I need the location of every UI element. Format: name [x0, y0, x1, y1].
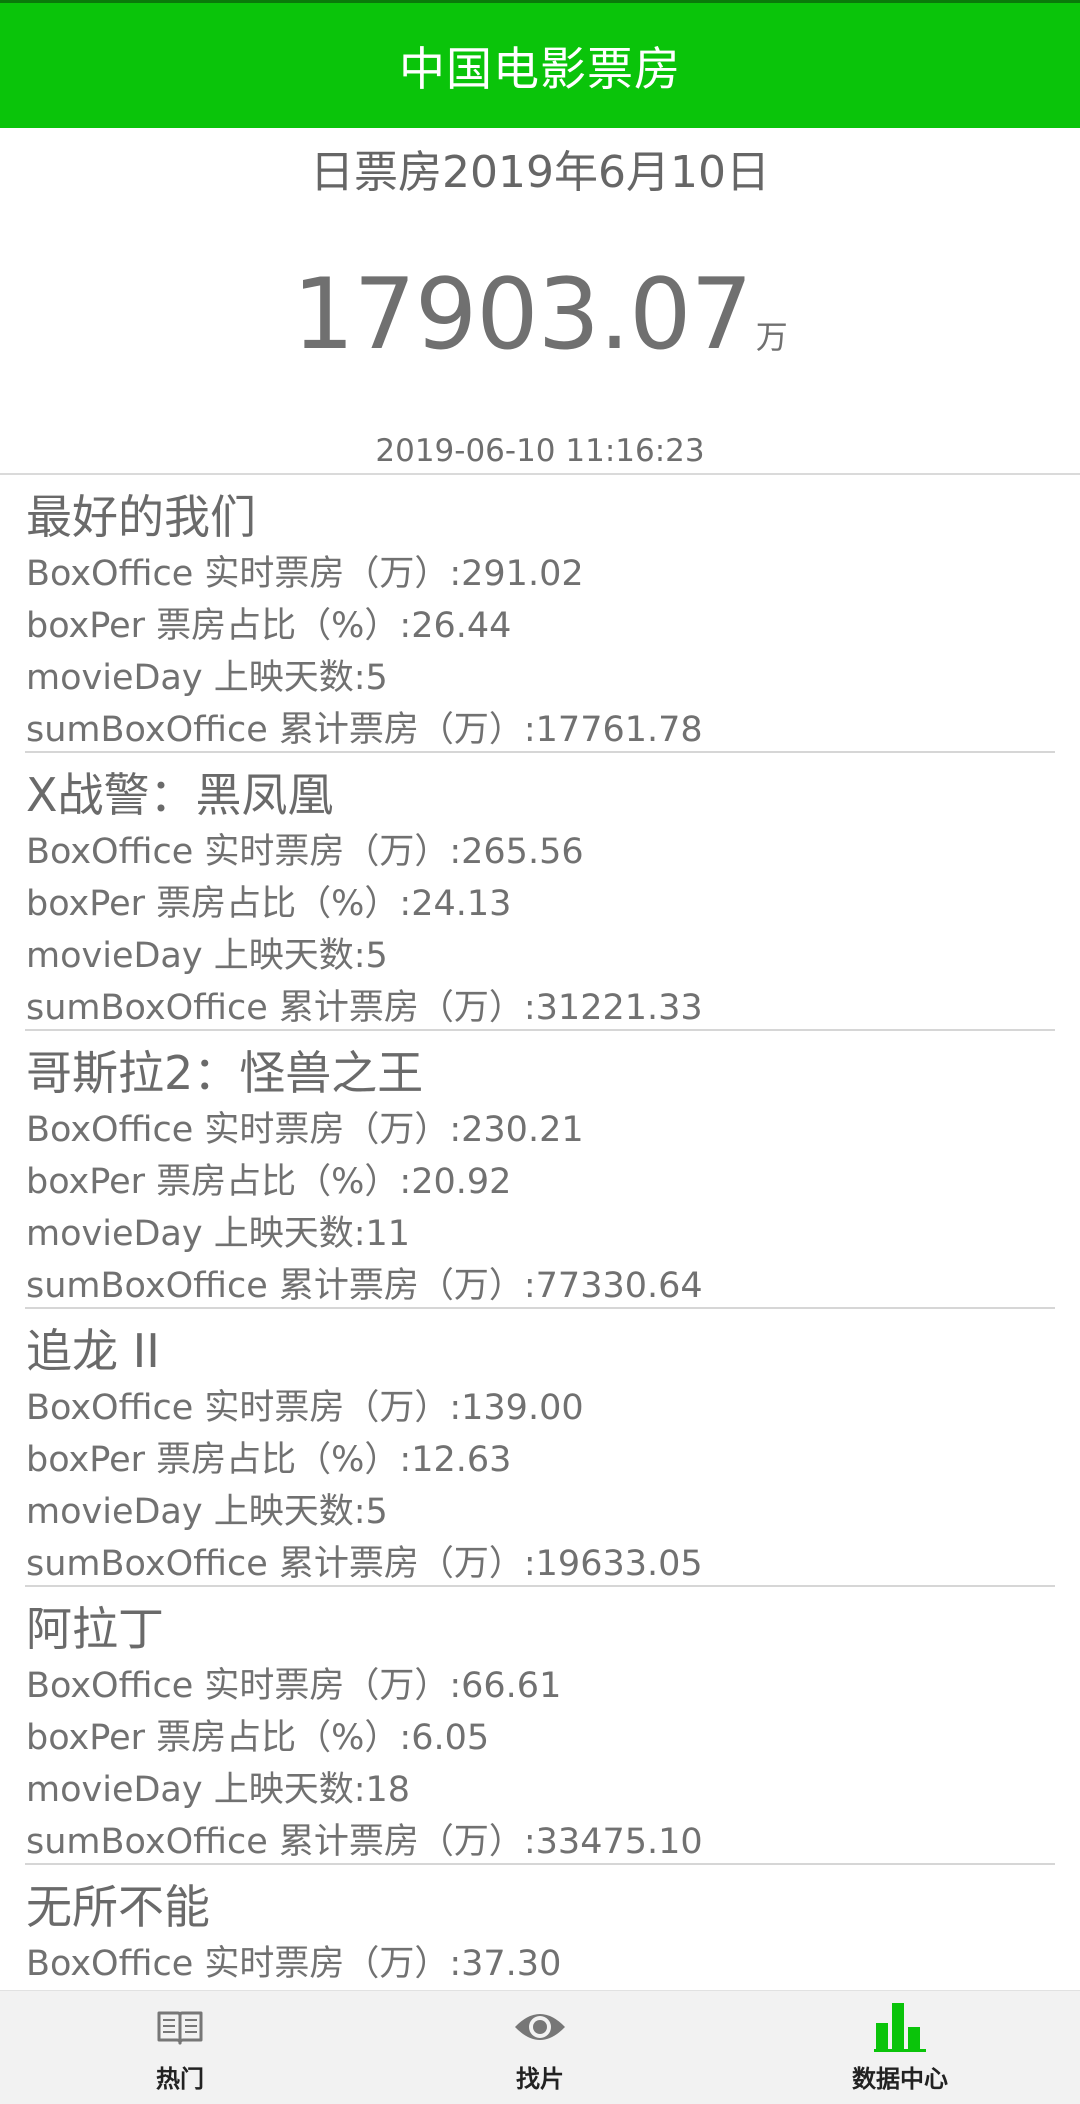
- bar-chart-icon: [775, 2001, 1025, 2053]
- tab-label: 热门: [156, 2065, 204, 2093]
- tab-find[interactable]: 找片: [415, 1991, 665, 2104]
- movie-day-row: movieDay 上映天数:5: [26, 1492, 388, 1532]
- sum-box-office-row: sumBoxOffice 累计票房（万）:31221.33: [26, 988, 703, 1028]
- box-office-row: BoxOffice 实时票房（万）:66.61: [26, 1666, 562, 1706]
- box-per-row: boxPer 票房占比（%）:20.92: [26, 1162, 512, 1202]
- movie-item[interactable]: 最好的我们 BoxOffice 实时票房（万）:291.02 boxPer 票房…: [25, 475, 1055, 753]
- update-timestamp: 2019-06-10 11:16:23: [375, 433, 705, 469]
- daily-summary: 日票房2019年6月10日 17903.07 万 2019-06-10 11:16…: [0, 128, 1080, 473]
- box-office-row: BoxOffice 实时票房（万）:291.02: [26, 554, 584, 594]
- total-box-office: 17903.07 万: [0, 258, 1080, 372]
- movie-list[interactable]: 最好的我们 BoxOffice 实时票房（万）:291.02 boxPer 票房…: [0, 475, 1080, 1990]
- sum-box-office-row: sumBoxOffice 累计票房（万）:19633.05: [26, 1544, 703, 1584]
- movie-item[interactable]: 追龙 II BoxOffice 实时票房（万）:139.00 boxPer 票房…: [25, 1309, 1055, 1587]
- tab-bar: 热门 找片 数据中心: [0, 1990, 1080, 2104]
- movie-title: 无所不能: [26, 1880, 210, 1934]
- box-office-row: BoxOffice 实时票房（万）:265.56: [26, 832, 584, 872]
- movie-day-row: movieDay 上映天数:5: [26, 936, 388, 976]
- date-title: 日票房2019年6月10日: [310, 147, 770, 198]
- box-office-row: BoxOffice 实时票房（万）:230.21: [26, 1110, 584, 1150]
- total-value: 17903.07: [292, 258, 753, 372]
- sum-box-office-row: sumBoxOffice 累计票房（万）:17761.78: [26, 710, 703, 750]
- movie-item[interactable]: 哥斯拉2：怪兽之王 BoxOffice 实时票房（万）:230.21 boxPe…: [25, 1031, 1055, 1309]
- tab-label: 数据中心: [852, 2065, 948, 2093]
- movie-title: 阿拉丁: [26, 1602, 164, 1656]
- movie-title: 最好的我们: [26, 490, 256, 544]
- book-icon: [55, 2001, 305, 2053]
- movie-item[interactable]: 无所不能 BoxOffice 实时票房（万）:37.30: [25, 1865, 1055, 1990]
- sum-box-office-row: sumBoxOffice 累计票房（万）:33475.10: [26, 1822, 703, 1862]
- movie-day-row: movieDay 上映天数:18: [26, 1770, 411, 1810]
- box-per-row: boxPer 票房占比（%）:12.63: [26, 1440, 512, 1480]
- sum-box-office-row: sumBoxOffice 累计票房（万）:77330.64: [26, 1266, 703, 1306]
- box-office-row: BoxOffice 实时票房（万）:139.00: [26, 1388, 584, 1428]
- box-per-row: boxPer 票房占比（%）:24.13: [26, 884, 512, 924]
- movie-title: 哥斯拉2：怪兽之王: [26, 1046, 424, 1100]
- app-title: 中国电影票房: [399, 41, 681, 96]
- movie-day-row: movieDay 上映天数:11: [26, 1214, 411, 1254]
- movie-title: 追龙 II: [26, 1324, 160, 1378]
- box-per-row: boxPer 票房占比（%）:26.44: [26, 606, 512, 646]
- movie-day-row: movieDay 上映天数:5: [26, 658, 388, 698]
- movie-item[interactable]: 阿拉丁 BoxOffice 实时票房（万）:66.61 boxPer 票房占比（…: [25, 1587, 1055, 1865]
- movie-item[interactable]: X战警：黑凤凰 BoxOffice 实时票房（万）:265.56 boxPer …: [25, 753, 1055, 1031]
- tab-label: 找片: [516, 2065, 564, 2093]
- box-per-row: boxPer 票房占比（%）:6.05: [26, 1718, 490, 1758]
- tab-hot[interactable]: 热门: [55, 1991, 305, 2104]
- app-header: 中国电影票房: [0, 3, 1080, 128]
- box-office-row: BoxOffice 实时票房（万）:37.30: [26, 1944, 562, 1984]
- total-unit: 万: [755, 318, 788, 356]
- tab-data-center[interactable]: 数据中心: [775, 1991, 1025, 2104]
- eye-icon: [415, 2001, 665, 2053]
- movie-title: X战警：黑凤凰: [26, 768, 334, 822]
